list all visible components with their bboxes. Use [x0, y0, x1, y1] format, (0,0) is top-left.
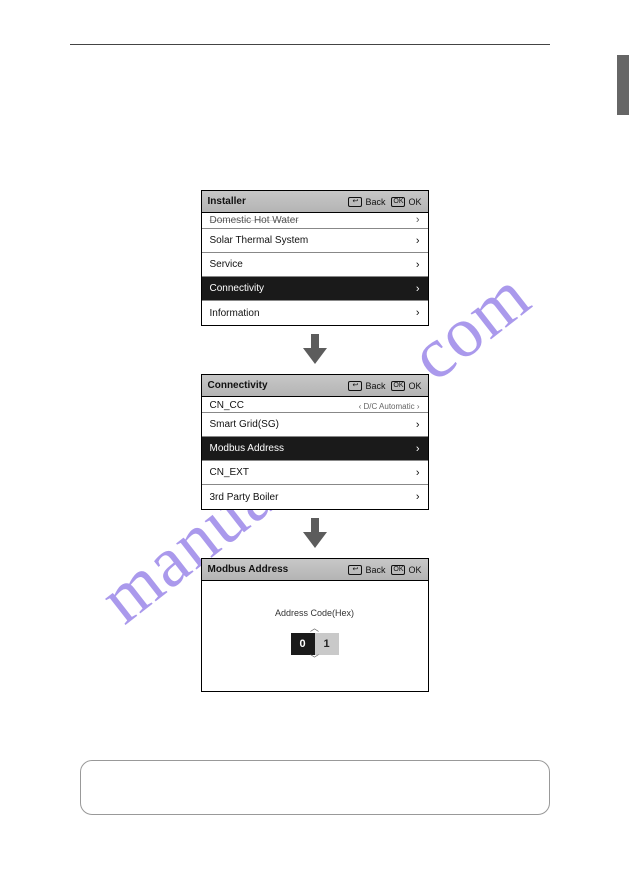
row-information-label: Information [210, 308, 260, 319]
ok-label: OK [408, 565, 421, 575]
back-button[interactable]: ↩ Back [348, 381, 385, 391]
arrow-down-icon [301, 334, 329, 364]
ok-button[interactable]: OK OK [391, 381, 421, 391]
row-thirdparty[interactable]: 3rd Party Boiler › [202, 485, 428, 509]
installer-header: Installer ↩ Back OK OK [202, 191, 428, 213]
chevron-right-icon: › [416, 283, 420, 295]
back-icon: ↩ [348, 381, 362, 391]
address-spinner[interactable]: ︿ 0 1 ﹀ [291, 624, 339, 664]
chevron-right-icon: › [416, 467, 420, 479]
row-thirdparty-label: 3rd Party Boiler [210, 492, 279, 503]
row-modbus[interactable]: Modbus Address › [202, 437, 428, 461]
chevron-right-icon: › [416, 491, 420, 503]
note-box [80, 760, 550, 815]
ok-button[interactable]: OK OK [391, 197, 421, 207]
back-label: Back [365, 197, 385, 207]
row-cnext[interactable]: CN_EXT › [202, 461, 428, 485]
back-icon: ↩ [348, 565, 362, 575]
row-service-label: Service [210, 259, 243, 270]
ok-label: OK [408, 381, 421, 391]
back-icon: ↩ [348, 197, 362, 207]
back-button[interactable]: ↩ Back [348, 565, 385, 575]
chevron-right-icon: › [416, 235, 420, 247]
row-connectivity-label: Connectivity [210, 283, 264, 294]
installer-title: Installer [208, 196, 343, 207]
row-cncc[interactable]: CN_CC ‹ D/C Automatic › [202, 397, 428, 413]
caret-down-icon[interactable]: ﹀ [310, 655, 319, 664]
ok-button[interactable]: OK OK [391, 565, 421, 575]
ok-label: OK [408, 197, 421, 207]
page-side-tab [617, 55, 629, 115]
row-service[interactable]: Service › [202, 253, 428, 277]
panel-stack: Installer ↩ Back OK OK Domestic Hot Wate… [0, 190, 629, 692]
row-solar-label: Solar Thermal System [210, 235, 309, 246]
back-label: Back [365, 565, 385, 575]
row-cncc-sub: ‹ D/C Automatic › [359, 402, 420, 411]
connectivity-header: Connectivity ↩ Back OK OK [202, 375, 428, 397]
page-top-rule [70, 44, 550, 45]
connectivity-panel: Connectivity ↩ Back OK OK CN_CC ‹ D/C Au… [201, 374, 429, 510]
connectivity-title: Connectivity [208, 380, 343, 391]
chevron-right-icon: › [416, 443, 420, 455]
back-label: Back [365, 381, 385, 391]
row-modbus-label: Modbus Address [210, 443, 285, 454]
back-button[interactable]: ↩ Back [348, 197, 385, 207]
arrow-down-icon [301, 518, 329, 548]
row-dhw[interactable]: Domestic Hot Water › [202, 213, 428, 229]
row-solar[interactable]: Solar Thermal System › [202, 229, 428, 253]
ok-icon: OK [391, 197, 405, 207]
modbus-panel: Modbus Address ↩ Back OK OK Address Code… [201, 558, 429, 692]
chevron-right-icon: › [416, 307, 420, 319]
row-cnext-label: CN_EXT [210, 467, 249, 478]
row-connectivity[interactable]: Connectivity › [202, 277, 428, 301]
ok-icon: OK [391, 381, 405, 391]
modbus-title: Modbus Address [208, 564, 343, 575]
row-smartgrid-label: Smart Grid(SG) [210, 419, 279, 430]
chevron-right-icon: › [416, 419, 420, 431]
modbus-body: Address Code(Hex) ︿ 0 1 ﹀ [202, 581, 428, 691]
row-dhw-label: Domestic Hot Water [210, 215, 299, 226]
address-code-label: Address Code(Hex) [275, 608, 354, 618]
chevron-right-icon: › [416, 259, 420, 271]
digit-0[interactable]: 0 [291, 633, 315, 655]
modbus-header: Modbus Address ↩ Back OK OK [202, 559, 428, 581]
address-digits: 0 1 [291, 633, 339, 655]
caret-up-icon[interactable]: ︿ [310, 624, 319, 633]
row-information[interactable]: Information › [202, 301, 428, 325]
row-smartgrid[interactable]: Smart Grid(SG) › [202, 413, 428, 437]
installer-panel: Installer ↩ Back OK OK Domestic Hot Wate… [201, 190, 429, 326]
ok-icon: OK [391, 565, 405, 575]
digit-1[interactable]: 1 [315, 633, 339, 655]
chevron-right-icon: › [416, 214, 420, 226]
row-cncc-label: CN_CC [210, 400, 244, 411]
